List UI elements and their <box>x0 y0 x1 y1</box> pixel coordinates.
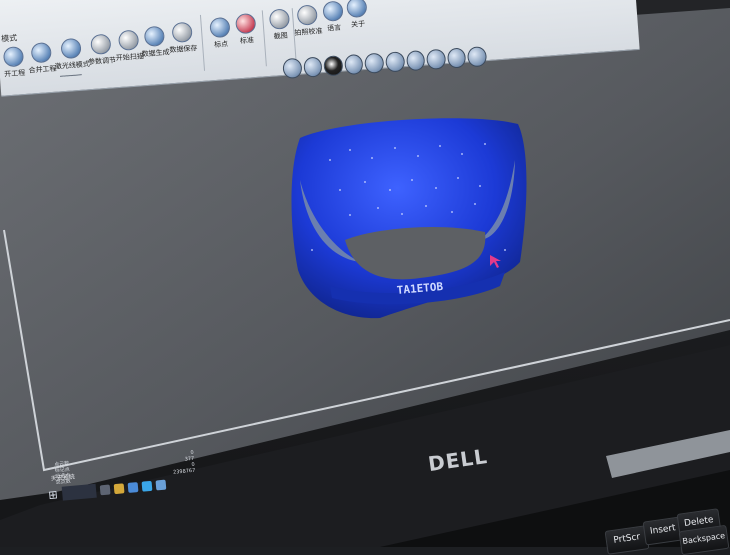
tool-label: 激光线模式 <box>54 60 91 71</box>
open-project-icon <box>2 46 25 68</box>
photo-calibrate-icon <box>296 4 318 26</box>
tool-label: 语言 <box>326 23 342 33</box>
view-top-icon[interactable] <box>385 51 405 73</box>
tool-label: 数据保存 <box>169 44 198 55</box>
view-side-icon[interactable] <box>364 52 385 74</box>
tool-label: 数据生成 <box>141 48 170 59</box>
scanner-app-icon[interactable] <box>155 479 167 491</box>
tool-label: 合并工程 <box>28 64 57 75</box>
view-zoom-icon[interactable] <box>426 48 447 70</box>
mode-menu-label[interactable]: 模式 <box>1 32 18 44</box>
key-backspace[interactable]: Backspace <box>678 524 730 555</box>
tool-label: 参数调节 <box>87 56 117 67</box>
view-reset-icon[interactable] <box>467 46 488 68</box>
tool-data-save[interactable]: 数据保存 <box>166 21 199 71</box>
tool-label: 标准 <box>239 36 255 46</box>
search-input[interactable] <box>61 483 97 501</box>
view-iso-icon[interactable] <box>405 50 426 72</box>
tool-label: 截图 <box>273 31 288 41</box>
start-label: 天宏系统 <box>50 473 76 483</box>
start-scan-icon <box>117 29 140 51</box>
windows-start-icon[interactable]: ⊞ <box>48 488 58 502</box>
merge-project-icon <box>30 41 52 64</box>
file-explorer-icon[interactable] <box>113 483 125 495</box>
parameter-adjust-icon <box>90 33 112 56</box>
view-cube-icon[interactable] <box>344 53 364 76</box>
laser-line-mode-icon <box>60 37 82 60</box>
app-icon[interactable] <box>141 480 153 492</box>
tool-label: 标点 <box>213 39 229 49</box>
data-save-icon <box>171 21 193 44</box>
render-mode-icon[interactable] <box>323 55 344 77</box>
photo-scene: 模式 开工程 合并工程 激光线模式 参数调节 开始扫描 数据生成 数据保存 ━━… <box>0 0 730 555</box>
task-view-icon[interactable] <box>99 484 111 496</box>
data-generate-icon <box>143 25 166 48</box>
tool-calibrate[interactable]: 标准 <box>230 12 263 63</box>
view-front-icon[interactable] <box>282 57 303 79</box>
screenshot-icon <box>268 8 291 30</box>
about-icon <box>346 0 368 19</box>
tool-about[interactable]: 关于 <box>341 0 374 46</box>
store-icon[interactable] <box>127 482 139 493</box>
marker-point-icon <box>209 16 231 39</box>
tool-label: 开工程 <box>3 68 26 79</box>
calibrate-icon <box>234 12 257 35</box>
view-rotate-icon[interactable] <box>302 56 323 78</box>
view-fit-icon[interactable] <box>446 47 467 69</box>
tool-label: 关于 <box>350 19 366 29</box>
